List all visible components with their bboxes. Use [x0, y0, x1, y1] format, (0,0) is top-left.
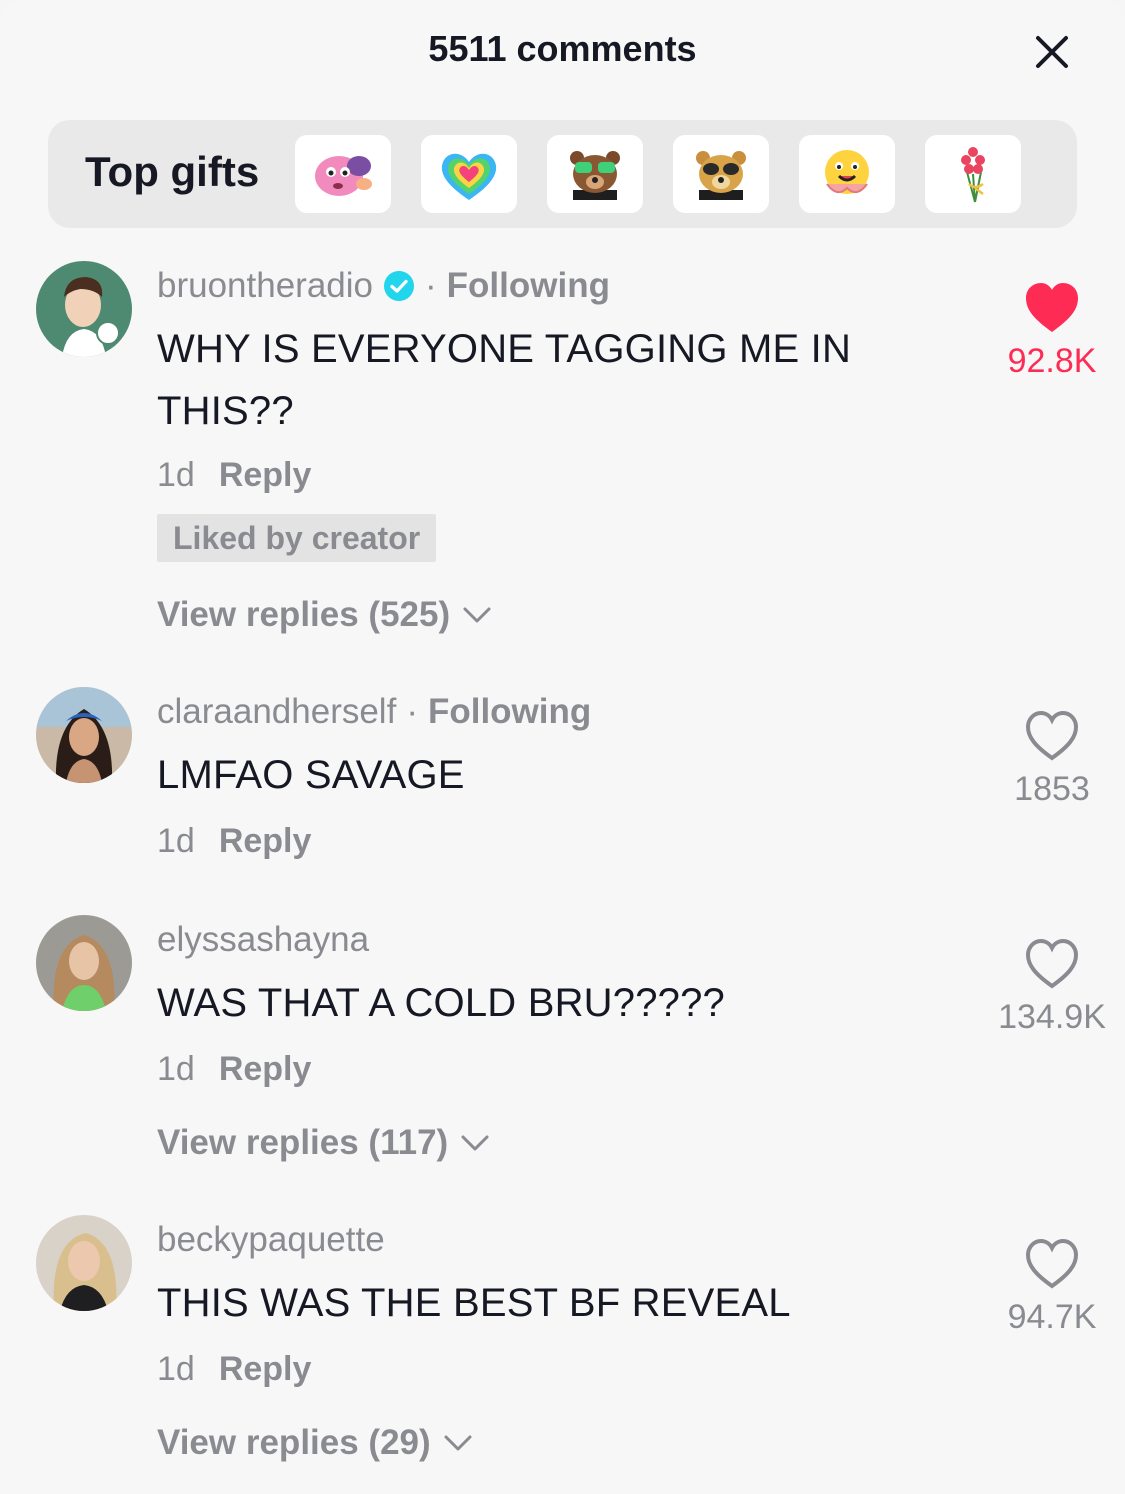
- comment-username[interactable]: bruontheradio: [157, 266, 373, 306]
- view-replies-button[interactable]: View replies (117): [157, 1123, 490, 1163]
- comment-text-line: THIS??: [157, 389, 294, 433]
- comment-text: THIS WAS THE BEST BF REVEAL: [157, 1281, 791, 1325]
- comment-text: LMFAO SAVAGE: [157, 753, 465, 797]
- top-gifts-bar: Top gifts: [48, 120, 1077, 228]
- like-column: 134.9K: [982, 938, 1122, 1037]
- comment-time: 1d: [157, 1050, 195, 1088]
- comment-text: WAS THAT A COLD BRU?????: [157, 981, 725, 1025]
- separator-dot: ·: [425, 266, 437, 305]
- comment-user-line: claraandherself · Following: [157, 692, 591, 732]
- avatar[interactable]: [36, 915, 132, 1011]
- avatar[interactable]: [36, 687, 132, 783]
- avatar[interactable]: [36, 1215, 132, 1311]
- top-gifts-label: Top gifts: [85, 148, 260, 195]
- comment-meta: 1d Reply: [157, 1350, 311, 1389]
- comment-username[interactable]: claraandherself: [157, 692, 396, 732]
- comment-time: 1d: [157, 1350, 195, 1388]
- comment-username[interactable]: elyssashayna: [157, 920, 369, 960]
- hug-face-gift-icon: [825, 150, 869, 194]
- heart-outline-icon[interactable]: [1024, 1238, 1080, 1290]
- gift-tile-3[interactable]: [547, 135, 643, 213]
- like-column: 92.8K: [982, 282, 1122, 381]
- reply-button[interactable]: Reply: [219, 1050, 312, 1088]
- pink-cat-gift-icon: [315, 156, 372, 196]
- comment-text: WHY IS EVERYONE TAGGING ME IN THIS??: [157, 318, 851, 442]
- comment-time: 1d: [157, 822, 195, 860]
- avatar-image: [36, 915, 132, 1011]
- like-count: 92.8K: [1007, 342, 1097, 380]
- avatar[interactable]: [36, 261, 132, 357]
- comment-user-line: beckypaquette: [157, 1220, 385, 1260]
- like-count: 134.9K: [998, 998, 1106, 1036]
- comment-time: 1d: [157, 456, 195, 494]
- comment-meta: 1d Reply: [157, 1050, 311, 1089]
- heart-outline-icon[interactable]: [1024, 938, 1080, 990]
- comment-text-line: WHY IS EVERYONE TAGGING ME IN: [157, 327, 852, 371]
- gift-tile-5[interactable]: [799, 135, 895, 213]
- gift-tile-1[interactable]: [295, 135, 391, 213]
- chevron-down-icon: [461, 1135, 489, 1151]
- heart-outline-icon[interactable]: [1024, 710, 1080, 762]
- like-column: 94.7K: [982, 1238, 1122, 1337]
- liked-by-creator-badge: Liked by creator: [157, 514, 437, 562]
- close-icon: [1036, 36, 1068, 68]
- view-replies-button[interactable]: View replies (29): [157, 1423, 473, 1463]
- sunglasses-bear-gift-icon: [696, 151, 746, 200]
- rainbow-heart-gift-icon: [441, 153, 497, 200]
- chevron-down-icon: [463, 607, 491, 623]
- comment-user-line: elyssashayna: [157, 920, 369, 960]
- comment-username[interactable]: beckypaquette: [157, 1220, 385, 1260]
- comments-sheet: 5511 comments Top gifts bruontheradio · …: [0, 0, 1125, 1494]
- like-count: 94.7K: [1007, 1298, 1097, 1336]
- avatar-image: [36, 261, 132, 357]
- verified-badge-icon: [384, 271, 414, 301]
- view-replies-button[interactable]: View replies (525): [157, 595, 492, 635]
- gift-tile-4[interactable]: [673, 135, 769, 213]
- separator-dot: ·: [406, 692, 418, 731]
- heart-filled-icon[interactable]: [1024, 282, 1080, 334]
- comment-meta: 1d Reply: [157, 456, 311, 495]
- comment-meta: 1d Reply: [157, 822, 311, 861]
- like-count: 1853: [1014, 770, 1090, 808]
- reply-button[interactable]: Reply: [219, 1350, 312, 1388]
- comment-user-line: bruontheradio · Following: [157, 266, 610, 306]
- view-replies-label: View replies (29): [157, 1423, 431, 1462]
- gift-tile-2[interactable]: [421, 135, 517, 213]
- like-column: 1853: [982, 710, 1122, 809]
- view-replies-label: View replies (525): [157, 595, 451, 634]
- reply-button[interactable]: Reply: [219, 456, 312, 494]
- avatar-image: [36, 687, 132, 783]
- close-button[interactable]: [1030, 30, 1074, 74]
- comments-count-title: 5511 comments: [428, 28, 697, 69]
- rose-bouquet-gift-icon: [961, 147, 985, 203]
- avatar-image: [36, 1215, 132, 1311]
- following-label: Following: [446, 266, 610, 305]
- following-label: Following: [427, 692, 592, 731]
- reply-button[interactable]: Reply: [219, 822, 312, 860]
- view-replies-label: View replies (117): [157, 1123, 449, 1162]
- gift-tile-6[interactable]: [925, 135, 1021, 213]
- bear-with-glasses-gift-icon: [570, 151, 620, 200]
- chevron-down-icon: [444, 1435, 472, 1451]
